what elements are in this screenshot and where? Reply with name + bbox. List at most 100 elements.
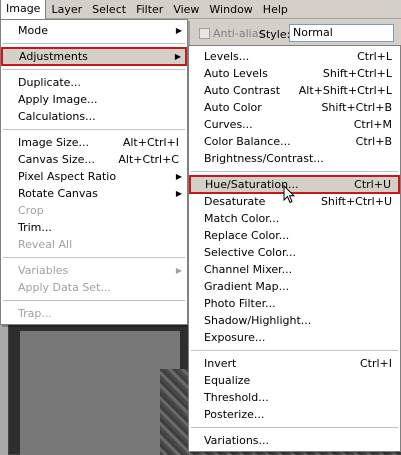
submenu-item-gradient-map[interactable]: Gradient Map...	[189, 278, 400, 295]
submenu-item-channel-mixer[interactable]: Channel Mixer...	[189, 261, 400, 278]
menu-item-label: Duplicate...	[18, 76, 81, 89]
menu-item-apply-image[interactable]: Apply Image...	[1, 91, 187, 108]
submenu-arrow-icon: ▶	[175, 266, 182, 275]
submenu-arrow-icon: ▶	[175, 26, 182, 35]
menu-item-label: Match Color...	[204, 212, 280, 225]
menu-item-duplicate[interactable]: Duplicate...	[1, 74, 187, 91]
menu-item-label: Auto Levels	[204, 67, 268, 80]
submenu-item-exposure[interactable]: Exposure...	[189, 329, 400, 346]
menu-item-shortcut: Ctrl+U	[354, 178, 391, 191]
menu-item-label: Threshold...	[204, 391, 269, 404]
menu-item-trim[interactable]: Trim...	[1, 219, 187, 236]
menu-item-shortcut: Ctrl+I	[359, 357, 392, 370]
menu-separator	[191, 427, 398, 428]
menu-item-label: Auto Contrast	[204, 84, 281, 97]
submenu-item-curves[interactable]: Curves... Ctrl+M	[189, 116, 400, 133]
menu-item-label: Reveal All	[18, 238, 73, 251]
style-select[interactable]: Normal	[289, 24, 394, 42]
menu-item-label: Photo Filter...	[204, 297, 276, 310]
menu-item-label: Canvas Size...	[18, 153, 95, 166]
menu-item-label: Variations...	[204, 434, 270, 447]
menu-item-label: Auto Color	[204, 101, 262, 114]
menu-item-rotate-canvas[interactable]: Rotate Canvas ▶	[1, 185, 187, 202]
submenu-item-levels[interactable]: Levels... Ctrl+L	[189, 48, 400, 65]
submenu-arrow-icon: ▶	[174, 52, 181, 61]
submenu-item-selective-color[interactable]: Selective Color...	[189, 244, 400, 261]
menu-window[interactable]: Window	[204, 0, 257, 19]
antialias-option[interactable]: Anti-alias	[199, 27, 264, 40]
submenu-item-shadow-highlight[interactable]: Shadow/Highlight...	[189, 312, 400, 329]
menu-item-label: Curves...	[204, 118, 253, 131]
submenu-item-match-color[interactable]: Match Color...	[189, 210, 400, 227]
menu-item-label: Color Balance...	[204, 135, 291, 148]
submenu-item-auto-color[interactable]: Auto Color Shift+Ctrl+B	[189, 99, 400, 116]
menu-item-pixel-aspect-ratio[interactable]: Pixel Aspect Ratio ▶	[1, 168, 187, 185]
menu-item-calculations[interactable]: Calculations...	[1, 108, 187, 125]
menu-item-label: Mode	[18, 24, 48, 37]
menu-item-label: Trap...	[18, 307, 52, 320]
menu-help[interactable]: Help	[258, 0, 293, 19]
menu-item-label: Gradient Map...	[204, 280, 290, 293]
menu-item-label: Adjustments	[19, 50, 88, 63]
menu-item-label: Brightness/Contrast...	[204, 152, 324, 165]
menu-item-canvas-size[interactable]: Canvas Size... Alt+Ctrl+C	[1, 151, 187, 168]
menu-item-label: Channel Mixer...	[204, 263, 293, 276]
submenu-arrow-icon: ▶	[175, 189, 182, 198]
menu-layer[interactable]: Layer	[46, 0, 87, 19]
menu-item-label: Apply Image...	[18, 93, 98, 106]
menu-item-label: Rotate Canvas	[18, 187, 98, 200]
menu-item-crop: Crop	[1, 202, 187, 219]
menu-view[interactable]: View	[168, 0, 204, 19]
submenu-item-auto-contrast[interactable]: Auto Contrast Alt+Shift+Ctrl+L	[189, 82, 400, 99]
document-canvas	[20, 331, 180, 455]
menu-item-label: Replace Color...	[204, 229, 290, 242]
menu-item-shortcut: Alt+Ctrl+C	[118, 153, 179, 166]
submenu-item-threshold[interactable]: Threshold...	[189, 389, 400, 406]
menu-item-label: Invert	[204, 357, 237, 370]
submenu-item-photo-filter[interactable]: Photo Filter...	[189, 295, 400, 312]
submenu-item-invert[interactable]: Invert Ctrl+I	[189, 355, 400, 372]
menu-separator	[3, 257, 185, 258]
menu-item-image-size[interactable]: Image Size... Alt+Ctrl+I	[1, 134, 187, 151]
menu-select[interactable]: Select	[87, 0, 131, 19]
menu-image[interactable]: Image	[0, 0, 47, 19]
menu-item-label: Apply Data Set...	[18, 281, 111, 294]
menu-item-label: Posterize...	[204, 408, 265, 421]
menu-item-adjustments[interactable]: Adjustments ▶	[1, 47, 187, 66]
menu-item-label: Image Size...	[18, 136, 90, 149]
submenu-item-replace-color[interactable]: Replace Color...	[189, 227, 400, 244]
menu-item-mode[interactable]: Mode ▶	[1, 22, 187, 39]
submenu-item-brightness-contrast[interactable]: Brightness/Contrast...	[189, 150, 400, 167]
menu-item-reveal-all: Reveal All	[1, 236, 187, 253]
menu-item-shortcut: Ctrl+B	[355, 135, 392, 148]
image-menu: Mode ▶ Adjustments ▶ Duplicate... Apply …	[0, 19, 188, 325]
menu-item-trap: Trap...	[1, 305, 187, 322]
submenu-item-equalize[interactable]: Equalize	[189, 372, 400, 389]
menu-item-label: Exposure...	[204, 331, 266, 344]
menu-item-label: Selective Color...	[204, 246, 296, 259]
menu-item-shortcut: Ctrl+M	[353, 118, 392, 131]
menu-item-label: Equalize	[204, 374, 251, 387]
antialias-checkbox[interactable]	[199, 28, 210, 39]
menu-item-shortcut: Ctrl+L	[357, 50, 392, 63]
menu-separator	[191, 171, 398, 172]
menu-item-shortcut: Shift+Ctrl+L	[322, 67, 392, 80]
menu-item-label: Shadow/Highlight...	[204, 314, 312, 327]
menu-item-label: Desaturate	[204, 195, 266, 208]
antialias-label: Anti-alias	[213, 27, 265, 40]
menubar: Image Layer Select Filter View Window He…	[0, 0, 401, 19]
menu-filter[interactable]: Filter	[131, 0, 168, 19]
menu-item-variables: Variables ▶	[1, 262, 187, 279]
submenu-item-color-balance[interactable]: Color Balance... Ctrl+B	[189, 133, 400, 150]
menu-item-label: Calculations...	[18, 110, 96, 123]
menu-item-label: Trim...	[18, 221, 52, 234]
submenu-item-posterize[interactable]: Posterize...	[189, 406, 400, 423]
menu-item-shortcut: Alt+Shift+Ctrl+L	[298, 84, 392, 97]
menu-separator	[191, 350, 398, 351]
menu-item-label: Crop	[18, 204, 44, 217]
submenu-item-variations[interactable]: Variations...	[189, 432, 400, 449]
menu-item-apply-data-set: Apply Data Set...	[1, 279, 187, 296]
submenu-item-auto-levels[interactable]: Auto Levels Shift+Ctrl+L	[189, 65, 400, 82]
submenu-arrow-icon: ▶	[175, 172, 182, 181]
style-label: Style:	[259, 28, 291, 41]
